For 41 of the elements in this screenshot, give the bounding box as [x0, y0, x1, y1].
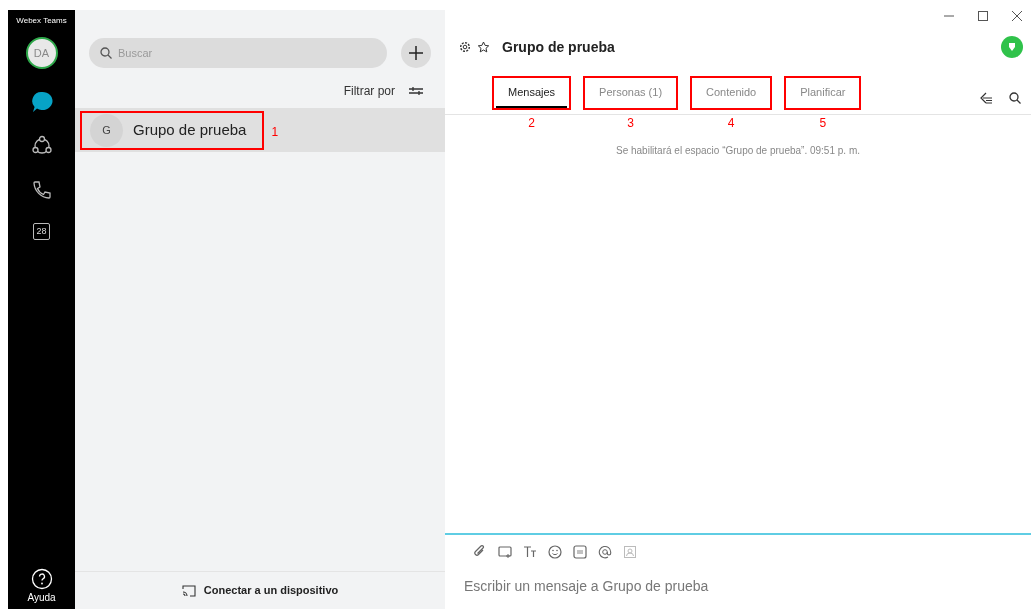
- phone-icon[interactable]: [30, 179, 53, 201]
- annotation-number: 2: [528, 115, 535, 132]
- search-icon[interactable]: [1009, 92, 1021, 104]
- annotation-number: 5: [819, 115, 827, 132]
- chat-icon[interactable]: [30, 91, 53, 113]
- add-button[interactable]: [401, 38, 431, 68]
- space-item[interactable]: G Grupo de prueba: [82, 112, 263, 148]
- system-message: Se habilitará el espacio “Grupo de prueba”. 09:51 p. m.: [615, 144, 860, 157]
- help-icon: [30, 568, 53, 590]
- annotation-number: 1: [271, 123, 279, 141]
- space-title: Grupo de prueba: [502, 37, 615, 57]
- cast-icon: [181, 584, 196, 597]
- message-input[interactable]: Escribir un mensaje a Grupo de prueba: [462, 575, 1031, 598]
- emoji-icon[interactable]: [548, 545, 562, 559]
- whiteboard-icon[interactable]: [498, 545, 512, 559]
- filter-button[interactable]: [409, 86, 423, 96]
- filter-label: Filtrar por: [343, 83, 395, 100]
- close-icon: [1011, 10, 1023, 22]
- search-field[interactable]: Buscar: [89, 38, 387, 68]
- connect-device-button[interactable]: Conectar a un dispositivo: [175, 581, 345, 600]
- app-title: Webex Teams: [16, 15, 67, 27]
- help-button[interactable]: Ayuda: [27, 568, 56, 605]
- settings-icon[interactable]: [459, 41, 471, 53]
- text-format-icon[interactable]: [523, 545, 537, 559]
- search-icon: [100, 47, 112, 59]
- tab[interactable]: Planificar: [788, 77, 858, 108]
- star-icon[interactable]: [477, 41, 490, 53]
- calendar-icon[interactable]: 28: [33, 223, 50, 240]
- teams-icon[interactable]: [30, 135, 53, 157]
- tab[interactable]: Contenido: [694, 77, 769, 108]
- plus-icon: [408, 45, 424, 61]
- annotation-number: 3: [627, 115, 634, 132]
- filter-icon: [409, 86, 423, 96]
- space-avatar: G: [90, 113, 123, 147]
- maximize-icon: [977, 10, 989, 22]
- annotation-number: 4: [727, 115, 735, 132]
- share-icon[interactable]: [980, 92, 993, 104]
- tab[interactable]: Personas (1): [587, 77, 675, 108]
- attach-icon[interactable]: [473, 545, 487, 559]
- mention-icon[interactable]: [598, 545, 612, 559]
- tab[interactable]: Mensajes: [496, 77, 568, 108]
